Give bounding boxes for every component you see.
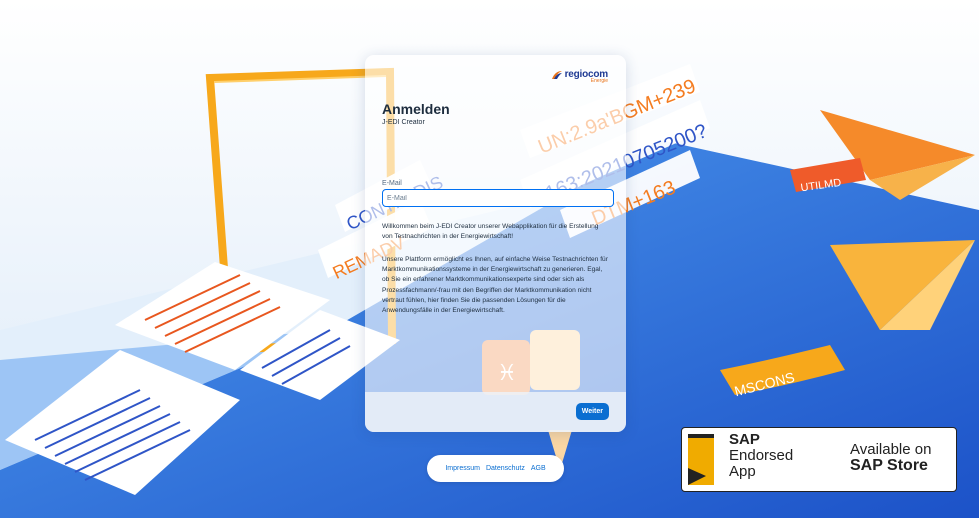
available-on-text: Available on bbox=[850, 441, 932, 458]
regiocom-logo-icon bbox=[551, 70, 562, 79]
description-text: Unsere Plattform ermöglicht es Ihnen, au… bbox=[382, 256, 608, 315]
intro-text: Willkommen beim J-EDI Creator unserer We… bbox=[382, 223, 599, 241]
sap-text: SAP bbox=[729, 431, 760, 448]
page-title: Anmelden bbox=[382, 101, 450, 117]
impressum-link[interactable]: Impressum bbox=[445, 465, 480, 472]
endorsed-text: Endorsed bbox=[729, 447, 794, 464]
sap-store-label: Available on SAP Store bbox=[850, 442, 931, 474]
sap-endorsed-label: SAP Endorsed App bbox=[729, 432, 793, 480]
sap-endorsed-flag-icon bbox=[688, 434, 714, 485]
app-text: App bbox=[729, 463, 756, 480]
app-subtitle: J-EDI Creator bbox=[382, 119, 425, 126]
regiocom-logo: regiocom Energie bbox=[551, 69, 608, 84]
sap-store-text: SAP Store bbox=[850, 457, 928, 474]
datenschutz-link[interactable]: Datenschutz bbox=[486, 465, 525, 472]
agb-link[interactable]: AGB bbox=[531, 465, 546, 472]
card-footer: Weiter bbox=[365, 392, 626, 432]
footer-links: Impressum Datenschutz AGB bbox=[427, 455, 564, 482]
email-input[interactable] bbox=[382, 189, 614, 207]
login-card: regiocom Energie Anmelden J-EDI Creator … bbox=[365, 55, 626, 432]
sap-store-badge[interactable]: SAP Endorsed App Available on SAP Store bbox=[681, 427, 957, 492]
next-button[interactable]: Weiter bbox=[575, 403, 609, 420]
email-label: E-Mail bbox=[382, 180, 402, 187]
